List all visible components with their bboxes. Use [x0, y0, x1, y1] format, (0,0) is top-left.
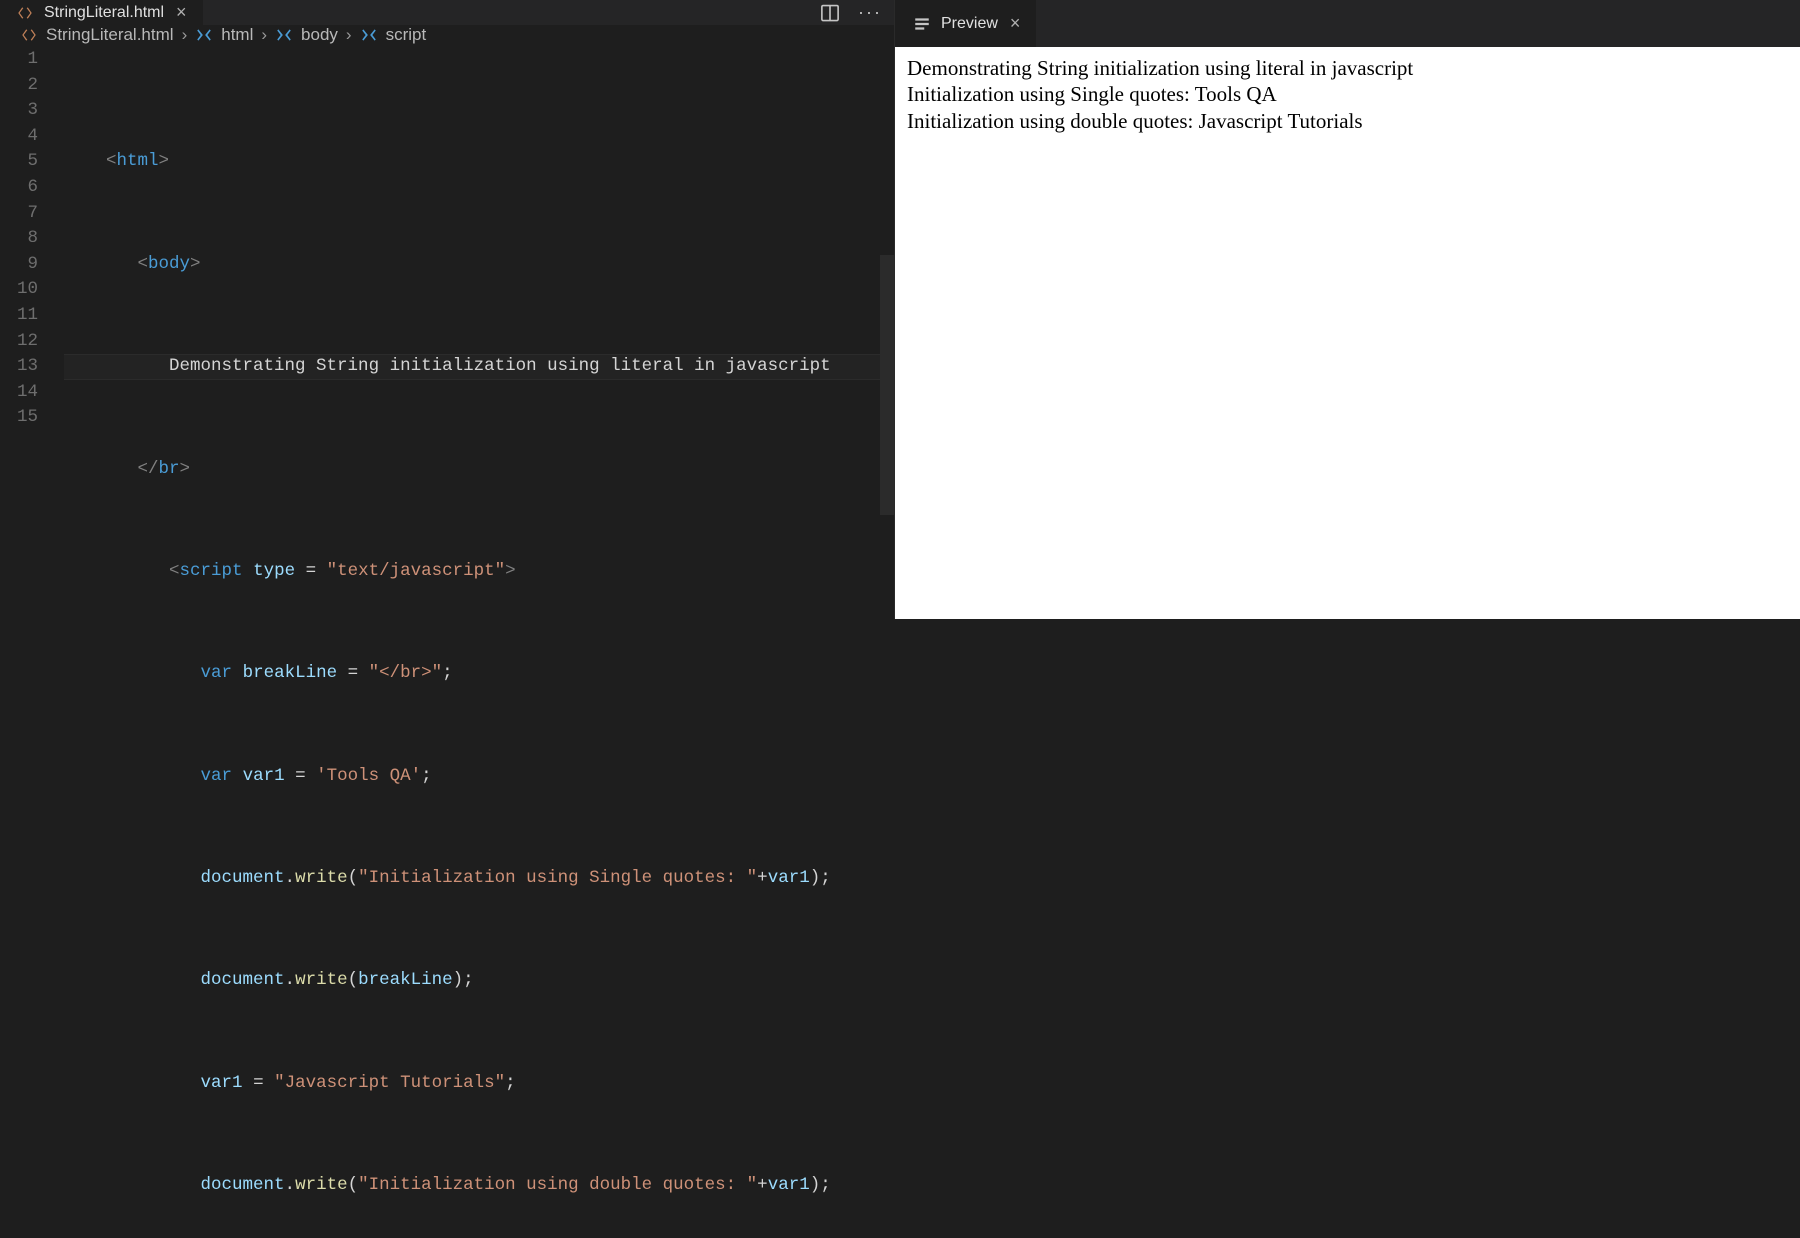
- close-icon[interactable]: ×: [174, 0, 189, 25]
- chevron-right-icon: ›: [261, 25, 267, 45]
- chevron-right-icon: ›: [182, 25, 188, 45]
- file-code-icon: [20, 26, 38, 44]
- symbol-html-icon: [195, 26, 213, 44]
- tab-stringliteral[interactable]: StringLiteral.html ×: [0, 0, 203, 25]
- breadcrumb-seg-body[interactable]: body: [301, 25, 338, 45]
- breadcrumb-seg-script[interactable]: script: [386, 25, 427, 45]
- scrollbar-thumb[interactable]: [880, 255, 894, 515]
- split-editor-icon[interactable]: [820, 3, 840, 23]
- tab-label: StringLiteral.html: [44, 4, 164, 22]
- breadcrumb[interactable]: StringLiteral.html › html › body › scrip…: [0, 25, 894, 45]
- more-actions-icon[interactable]: ···: [858, 2, 882, 23]
- breadcrumb-seg-html[interactable]: html: [221, 25, 253, 45]
- preview-line: Initialization using double quotes: Java…: [907, 108, 1788, 134]
- preview-output: Demonstrating String initialization usin…: [895, 47, 1800, 619]
- preview-icon: [913, 15, 931, 33]
- preview-line: Demonstrating String initialization usin…: [907, 55, 1788, 81]
- symbol-body-icon: [275, 26, 293, 44]
- preview-line: Initialization using Single quotes: Tool…: [907, 81, 1788, 107]
- preview-tab-label: Preview: [941, 15, 998, 33]
- editor-tab-bar: StringLiteral.html × ···: [0, 0, 894, 25]
- symbol-script-icon: [360, 26, 378, 44]
- close-icon[interactable]: ×: [1008, 11, 1023, 36]
- code-content[interactable]: <html> <body> Demonstrating String initi…: [64, 45, 894, 1238]
- editor-pane: StringLiteral.html × ··· StringLiteral.h…: [0, 0, 895, 619]
- line-number-gutter: 123456789101112131415: [0, 45, 64, 1238]
- code-editor[interactable]: 123456789101112131415 <html> <body> Demo…: [0, 45, 894, 1238]
- file-code-icon: [16, 4, 34, 22]
- minimap-scrollbar[interactable]: [880, 45, 894, 1238]
- breadcrumb-file[interactable]: StringLiteral.html: [46, 25, 174, 45]
- chevron-right-icon: ›: [346, 25, 352, 45]
- preview-pane: Preview × Demonstrating String initializ…: [895, 0, 1800, 619]
- editor-tab-actions: ···: [820, 0, 882, 25]
- tab-preview[interactable]: Preview ×: [895, 0, 1036, 47]
- preview-tab-bar: Preview ×: [895, 0, 1800, 47]
